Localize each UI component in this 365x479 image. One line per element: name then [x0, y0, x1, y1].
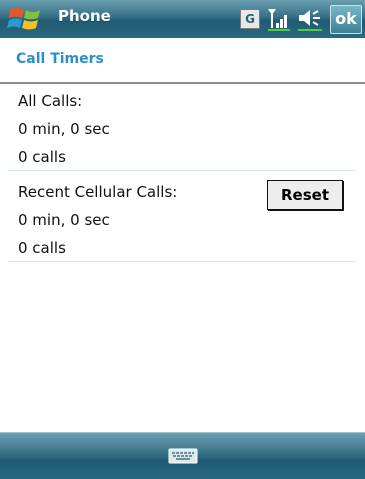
windows-start-icon[interactable] [6, 4, 48, 34]
recent-cellular-calls-duration: 0 min, 0 sec [18, 211, 110, 229]
volume-icon[interactable] [296, 6, 324, 32]
reset-button[interactable]: Reset [267, 180, 343, 210]
all-calls-label: All Calls: [18, 92, 83, 110]
ok-button[interactable]: ok [330, 5, 362, 34]
network-g-icon: G [240, 9, 260, 29]
divider [8, 261, 356, 262]
keyboard-icon[interactable] [165, 444, 201, 468]
divider [8, 170, 356, 171]
title-bar: Phone G ok [0, 0, 365, 39]
bottom-bar [0, 432, 365, 479]
signal-strength-icon[interactable] [266, 6, 292, 32]
phone-screen: Phone G ok Call Timers All Calls: 0 min,… [0, 0, 365, 479]
page-title: Call Timers [16, 51, 104, 67]
all-calls-duration: 0 min, 0 sec [18, 120, 110, 138]
section-header: Call Timers [0, 38, 365, 84]
all-calls-count: 0 calls [18, 148, 66, 166]
recent-cellular-calls-label: Recent Cellular Calls: [18, 183, 178, 201]
app-title: Phone [58, 7, 111, 25]
recent-cellular-calls-count: 0 calls [18, 239, 66, 257]
